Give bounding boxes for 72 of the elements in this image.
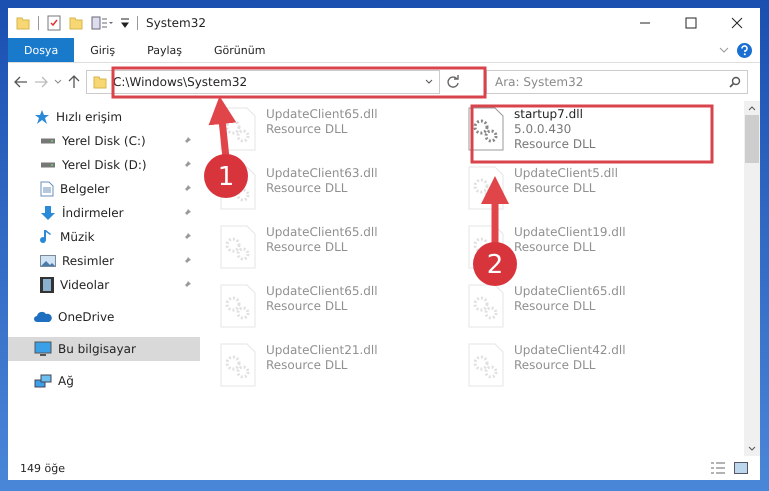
back-arrow-icon[interactable] — [14, 76, 28, 88]
up-arrow-icon[interactable] — [68, 75, 80, 89]
file-type: Resource DLL — [514, 240, 596, 254]
gear-file-icon — [468, 166, 504, 210]
sidebar-item[interactable]: İndirmeler — [8, 201, 200, 225]
file-type: Resource DLL — [514, 299, 596, 313]
ribbon-tab[interactable]: Görünüm — [198, 38, 282, 62]
dropdown-icon[interactable] — [121, 18, 129, 28]
gear-file-icon — [468, 284, 504, 328]
sidebar-item[interactable]: Belgeler — [8, 177, 200, 201]
file-type: Resource DLL — [266, 181, 348, 195]
properties-icon[interactable] — [91, 16, 113, 30]
gear-file-icon — [468, 343, 504, 387]
sidebar-item[interactable]: Yerel Disk (C:) — [8, 129, 200, 153]
details-view-icon[interactable] — [710, 462, 726, 474]
scroll-down-icon[interactable] — [748, 446, 756, 452]
new-folder-icon — [69, 16, 83, 30]
drive-icon — [40, 162, 56, 168]
file-type: Resource DLL — [266, 240, 348, 254]
cloud-icon — [34, 311, 52, 323]
folder-icon — [93, 75, 107, 89]
gear-file-icon — [220, 107, 256, 151]
step-badge: 1 — [204, 154, 248, 198]
address-field[interactable]: C:\Windows\System32 — [86, 70, 440, 94]
sidebar-item[interactable]: Bu bilgisayar — [8, 337, 200, 361]
file-type: Resource DLL — [514, 137, 596, 151]
download-icon — [40, 205, 56, 221]
help-icon[interactable] — [737, 42, 752, 58]
monitor-icon — [34, 341, 52, 357]
search-input[interactable]: Ara: System32 — [493, 74, 729, 90]
file-type: Resource DLL — [514, 181, 596, 195]
sidebar-item[interactable]: Müzik — [8, 225, 200, 249]
network-icon — [34, 373, 52, 389]
window-title: System32 — [146, 16, 206, 30]
ribbon-tab[interactable]: Giriş — [74, 38, 132, 62]
film-icon — [40, 277, 54, 293]
scrollbar[interactable] — [744, 101, 760, 456]
file-type: Resource DLL — [266, 122, 348, 136]
sidebar-item[interactable]: Yerel Disk (D:) — [8, 153, 200, 177]
gear-file-icon — [468, 107, 504, 151]
sidebar-item[interactable]: Videolar — [8, 273, 200, 297]
search-icon[interactable] — [729, 76, 741, 88]
file-type: Resource DLL — [514, 358, 596, 372]
sidebar-item[interactable]: Resimler — [8, 249, 200, 273]
document-icon — [40, 181, 54, 197]
scroll-up-icon[interactable] — [748, 105, 756, 111]
gear-file-icon — [220, 343, 256, 387]
music-note-icon — [40, 229, 54, 245]
sidebar-item[interactable]: Hızlı erişim — [8, 105, 200, 129]
ribbon-tab[interactable]: Paylaş — [131, 38, 198, 62]
file-name[interactable]: startup7.dll — [514, 107, 596, 121]
chevron-down-icon[interactable] — [54, 79, 62, 85]
thumbnail-view-icon[interactable] — [734, 462, 748, 474]
gear-file-icon — [220, 284, 256, 328]
annotation-arrow — [481, 176, 509, 243]
sidebar-item[interactable]: OneDrive — [8, 305, 200, 329]
chevron-down-icon[interactable] — [425, 79, 433, 85]
scroll-thumb[interactable] — [745, 115, 759, 163]
ribbon-tab[interactable]: Dosya — [8, 38, 74, 62]
picture-icon — [40, 254, 56, 268]
file-type: Resource DLL — [266, 299, 348, 313]
item-count: 149 öğe — [20, 462, 65, 474]
gear-file-icon — [220, 225, 256, 269]
search-field[interactable]: Ara: System32 — [486, 70, 748, 94]
checklist-icon[interactable] — [47, 15, 61, 31]
folder-icon — [16, 16, 30, 30]
refresh-icon[interactable] — [446, 75, 460, 89]
file-type: Resource DLL — [266, 358, 348, 372]
sidebar-item[interactable]: Ağ — [8, 369, 200, 393]
drive-icon — [40, 138, 56, 144]
file-version: 5.0.0.430 — [514, 122, 572, 136]
star-icon — [34, 109, 50, 125]
